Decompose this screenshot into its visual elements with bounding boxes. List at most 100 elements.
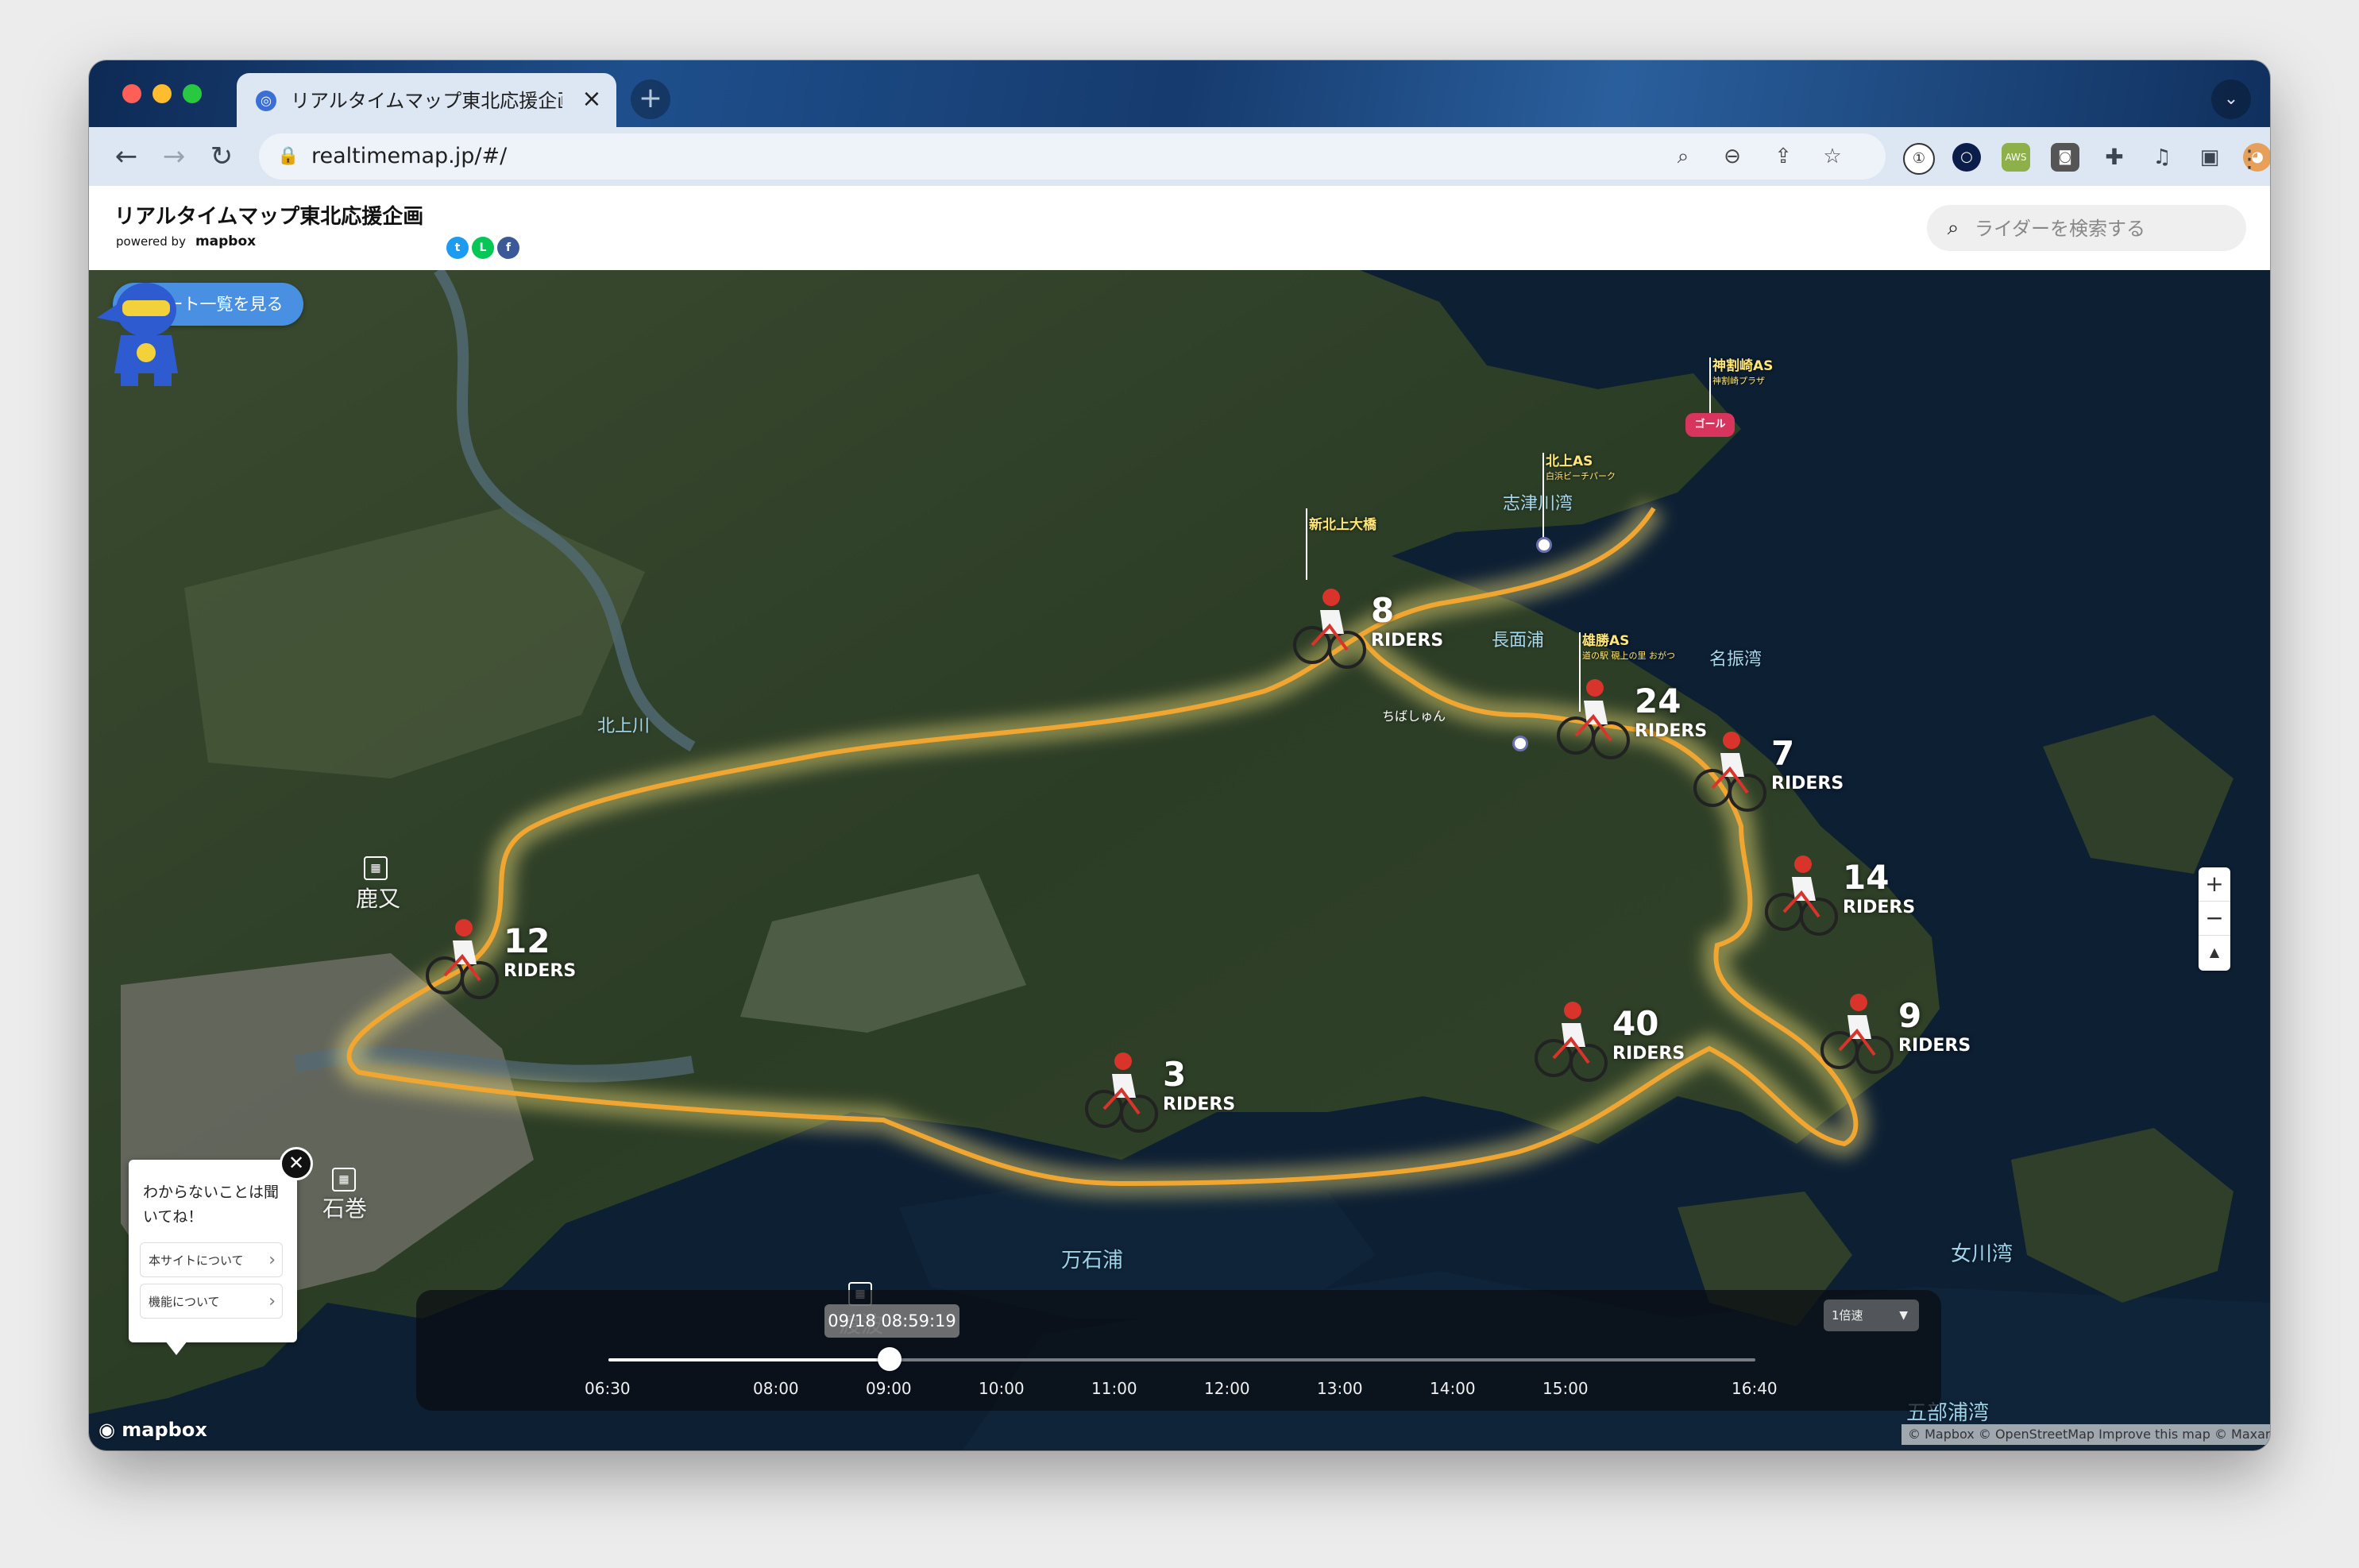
search-icon: ⌕ xyxy=(1947,216,1959,240)
facebook-share-icon[interactable]: f xyxy=(497,237,519,259)
zoom-out-button[interactable]: − xyxy=(2199,902,2230,936)
extension-1password-icon[interactable]: ① xyxy=(1903,143,1935,175)
help-popup-tail xyxy=(165,1341,187,1355)
lock-icon: 🔒 xyxy=(277,146,299,166)
map-canvas[interactable]: ツイート一覧を見る 志津川湾 長面浦 名振湾 北上川 万石浦 女川湾 五部浦湾 … xyxy=(89,270,2270,1450)
zoom-in-button[interactable]: + xyxy=(2199,867,2230,902)
aid-pole xyxy=(1306,508,1307,580)
timeline-tick: 14:00 xyxy=(1430,1379,1476,1398)
playback-timeline: 09/18 08:59:19 1倍速 ▼ 06:30 08:00 09:00 10… xyxy=(416,1290,1941,1411)
rider-count: 7 xyxy=(1771,734,1795,773)
about-site-label: 本サイトについて xyxy=(149,1253,244,1268)
site-title: リアルタイムマップ東北応援企画 xyxy=(114,205,424,229)
aid-station-marker[interactable] xyxy=(1536,537,1552,553)
aid-station-kamiwarizaki[interactable]: 神割崎AS 神割崎プラザ xyxy=(1712,354,1773,387)
tab-close-icon[interactable]: × xyxy=(578,86,605,113)
rider-group-marker[interactable]: 14 RIDERS xyxy=(1760,848,1935,967)
reload-button[interactable]: ↻ xyxy=(202,137,241,176)
playback-speed-value: 1倍速 xyxy=(1832,1308,1863,1323)
rider-search-input[interactable] xyxy=(1973,213,2230,245)
map-attribution[interactable]: © Mapbox © OpenStreetMap Improve this ma… xyxy=(1901,1424,2270,1445)
timeline-progress xyxy=(608,1358,890,1361)
line-share-icon[interactable]: L xyxy=(472,237,494,259)
bookmark-star-icon[interactable]: ☆ xyxy=(1817,141,1847,172)
extension-aws-icon[interactable]: AWS xyxy=(2002,143,2030,172)
timeline-tick: 08:00 xyxy=(753,1379,799,1398)
features-link[interactable]: 機能について › xyxy=(140,1284,283,1319)
rider-group-marker[interactable]: 7 RIDERS xyxy=(1689,724,1863,844)
place-label-onagawa-bay: 女川湾 xyxy=(1951,1242,2013,1266)
aid-station-venue: 神割崎プラザ xyxy=(1712,376,1765,386)
rider-count: 24 xyxy=(1635,682,1681,720)
timeline-tick: 11:00 xyxy=(1091,1379,1137,1398)
address-bar[interactable]: 🔒 realtimemap.jp/#/ ⌕ ⊖ ⇪ ☆ xyxy=(259,133,1886,180)
rider-count: 40 xyxy=(1612,1004,1659,1043)
cyclist-icon xyxy=(1693,732,1766,812)
rider-group-marker[interactable]: 3 RIDERS xyxy=(1080,1045,1255,1164)
extension-circle-icon[interactable]: ○ xyxy=(1952,143,1981,172)
mapbox-logo-text: mapbox xyxy=(122,1419,207,1441)
current-time-display: 09/18 08:59:19 xyxy=(824,1304,959,1338)
browser-menu-icon[interactable]: ⋮ xyxy=(2234,140,2265,180)
playback-speed-select[interactable]: 1倍速 ▼ xyxy=(1824,1300,1919,1331)
extension-mask-icon[interactable]: ◙ xyxy=(2051,143,2079,172)
zoom-out-icon[interactable]: ⊖ xyxy=(1717,141,1747,172)
timeline-track[interactable] xyxy=(608,1358,1755,1361)
features-label: 機能について xyxy=(149,1295,220,1309)
extensions-puzzle-icon[interactable]: ✚ xyxy=(2100,143,2129,172)
rider-group-marker[interactable]: 9 RIDERS xyxy=(1816,987,1990,1106)
timeline-scrubber-handle[interactable] xyxy=(877,1347,902,1371)
cyclist-icon xyxy=(1557,679,1630,759)
aid-station-venue: 白浜ビーチパーク xyxy=(1546,471,1616,481)
train-station-icon: ▦ xyxy=(364,856,388,880)
cyclist-icon xyxy=(1535,1002,1608,1082)
aid-station-kitakami[interactable]: 北上AS 白浜ビーチパーク xyxy=(1546,450,1616,482)
rider-group-marker[interactable]: 12 RIDERS xyxy=(421,912,596,1031)
aid-pole xyxy=(1709,357,1711,413)
aid-station-marker[interactable] xyxy=(1512,736,1528,751)
browser-window: ◎ リアルタイムマップ東北応援企画 × + ⌄ ← → ↻ 🔒 realtime… xyxy=(89,60,2270,1450)
train-station-icon: ▦ xyxy=(332,1168,356,1191)
tab-title: リアルタイムマップ東北応援企画 xyxy=(291,90,562,112)
rider-count: 12 xyxy=(504,921,550,960)
cyclist-icon xyxy=(1085,1052,1158,1133)
mapbox-logo[interactable]: ◉ mapbox xyxy=(98,1419,207,1441)
minimize-window-button[interactable] xyxy=(153,84,172,103)
aid-station-venue: 道の駅 硯上の里 おがつ xyxy=(1582,651,1675,661)
browser-tab[interactable]: ◎ リアルタイムマップ東北応援企画 × xyxy=(237,73,616,127)
rider-label: RIDERS xyxy=(1771,774,1844,794)
forward-button[interactable]: → xyxy=(154,137,194,176)
rider-search-field[interactable]: ⌕ xyxy=(1927,205,2246,251)
site-header: リアルタイムマップ東北応援企画 powered by mapbox t L f ⌕ xyxy=(89,186,2270,271)
mascot-character-icon[interactable] xyxy=(89,270,200,389)
rider-group-marker[interactable]: 8 RIDERS xyxy=(1288,581,1463,701)
side-panel-icon[interactable]: ▣ xyxy=(2195,143,2224,172)
back-button[interactable]: ← xyxy=(106,137,146,176)
aid-station-shin-kitakami-bridge[interactable]: 新北上大橋 xyxy=(1309,513,1376,533)
new-tab-button[interactable]: + xyxy=(631,79,670,119)
rider-group-marker[interactable]: 40 RIDERS xyxy=(1530,994,1705,1114)
finish-badge: ゴール xyxy=(1685,413,1735,437)
compass-button[interactable]: ▲ xyxy=(2199,936,2230,969)
twitter-share-icon[interactable]: t xyxy=(446,237,469,259)
rider-count: 3 xyxy=(1163,1055,1187,1094)
close-window-button[interactable] xyxy=(122,84,141,103)
mapbox-logo-icon: ◉ xyxy=(98,1419,122,1441)
aid-station-name: 雄勝AS xyxy=(1582,633,1630,649)
rider-label: RIDERS xyxy=(1371,631,1444,651)
timeline-tick: 06:30 xyxy=(585,1379,631,1398)
share-icon[interactable]: ⇪ xyxy=(1768,141,1798,172)
url-text: realtimemap.jp/#/ xyxy=(311,144,508,168)
chevron-right-icon: › xyxy=(268,1250,276,1270)
powered-by-text: powered by xyxy=(116,234,186,249)
aid-station-ogatsu[interactable]: 雄勝AS 道の駅 硯上の里 おがつ xyxy=(1582,629,1675,662)
tab-search-button[interactable]: ⌄ xyxy=(2211,79,2251,119)
close-help-button[interactable]: ✕ xyxy=(280,1147,313,1180)
search-icon[interactable]: ⌕ xyxy=(1668,141,1698,172)
place-label-shizugawa-bay: 志津川湾 xyxy=(1503,494,1573,514)
timeline-tick: 15:00 xyxy=(1542,1379,1589,1398)
maximize-window-button[interactable] xyxy=(183,84,202,103)
media-control-icon[interactable]: ♫ xyxy=(2148,143,2176,172)
about-site-link[interactable]: 本サイトについて › xyxy=(140,1242,283,1277)
map-navigation-control: + − ▲ xyxy=(2199,867,2230,971)
